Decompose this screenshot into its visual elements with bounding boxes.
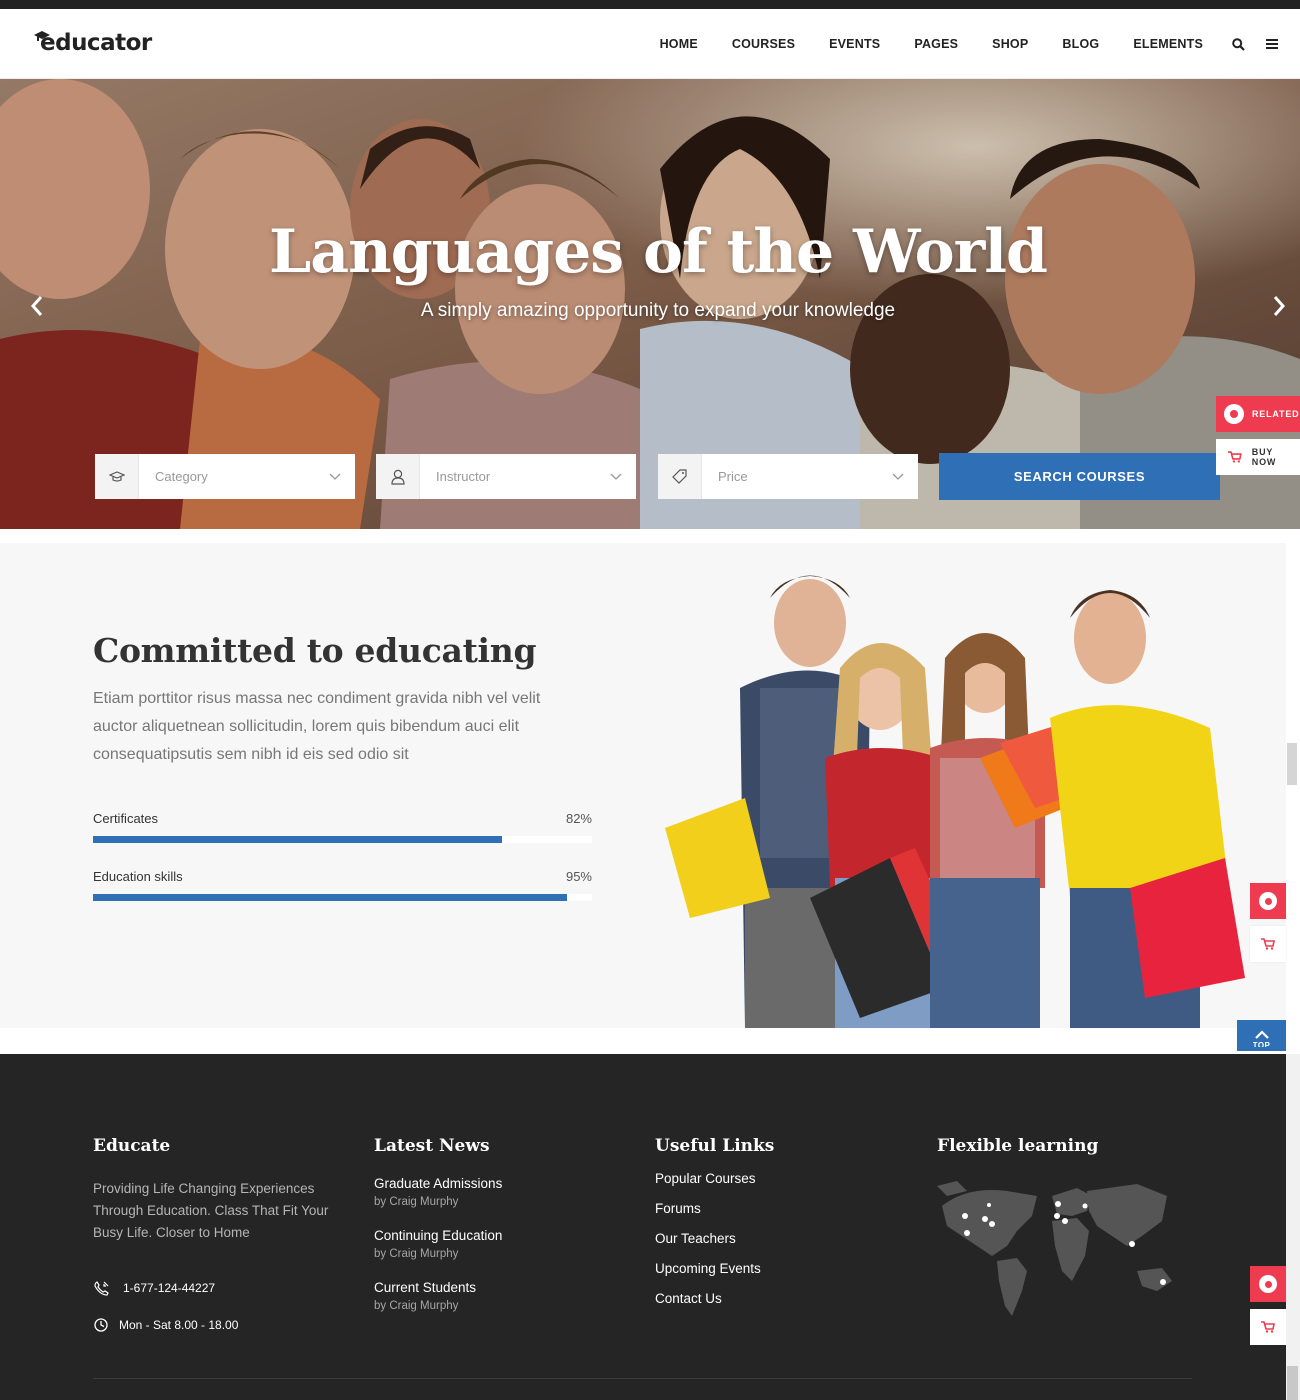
site-footer: Educate Providing Life Changing Experien… (0, 1054, 1286, 1400)
related-icon (1259, 892, 1277, 910)
news-title[interactable]: Continuing Education (374, 1228, 502, 1243)
footer-about-text: Providing Life Changing Experiences Thro… (93, 1181, 329, 1240)
news-title[interactable]: Graduate Admissions (374, 1176, 502, 1191)
section-title: Committed to educating (93, 631, 537, 670)
news-author: by Craig Murphy (374, 1196, 459, 1208)
progress-fill (93, 894, 568, 901)
user-icon (376, 454, 420, 499)
footer-link-upcoming-events[interactable]: Upcoming Events (655, 1261, 774, 1276)
graduation-cap-icon (34, 31, 50, 41)
skill-education: Education skills 95% (93, 869, 592, 901)
related-icon (1259, 1275, 1277, 1293)
world-map (937, 1181, 1172, 1316)
hero-title: Languages of the World (269, 217, 1048, 287)
search-courses-button[interactable]: SEARCH COURSES (939, 453, 1220, 500)
slider-prev-arrow-icon[interactable] (22, 289, 52, 323)
related-button[interactable]: RELATED (1216, 396, 1300, 432)
phone-number: 1-677-124-44227 (123, 1281, 216, 1295)
nav-pages[interactable]: PAGES (914, 37, 958, 51)
buy-now-label: BUY NOW (1251, 447, 1277, 467)
hero-slider: Languages of the World A simply amazing … (0, 79, 1300, 529)
back-to-top-label: TOP (1252, 1041, 1271, 1047)
search-icon[interactable] (1230, 36, 1246, 52)
footer-heading: Useful Links (655, 1136, 775, 1156)
committed-section: Committed to educating Etiam porttitor r… (0, 543, 1286, 1028)
footer-col-educate: Educate Providing Life Changing Experien… (93, 1136, 333, 1244)
nav-home[interactable]: HOME (660, 37, 698, 51)
footer-link-forums[interactable]: Forums (655, 1201, 774, 1216)
progress-track (93, 836, 592, 843)
top-strip (0, 0, 1300, 9)
news-title[interactable]: Current Students (374, 1280, 502, 1295)
slider-next-arrow-icon[interactable] (1264, 289, 1294, 323)
nav-events[interactable]: EVENTS (829, 37, 880, 51)
logo[interactable]: educator (34, 25, 152, 61)
scrollbar-thumb[interactable] (1287, 1366, 1298, 1400)
nav-blog[interactable]: BLOG (1062, 37, 1099, 51)
related-float-button[interactable] (1250, 1266, 1286, 1302)
footer-link-contact-us[interactable]: Contact Us (655, 1291, 774, 1306)
scrollbar-track[interactable] (1286, 1054, 1300, 1400)
skill-value: 82% (565, 811, 592, 826)
footer-hours: Mon - Sat 8.00 - 18.00 (93, 1317, 238, 1333)
cart-float-button[interactable] (1250, 926, 1286, 962)
footer-link-popular-courses[interactable]: Popular Courses (655, 1171, 774, 1186)
chevron-down-icon (315, 473, 355, 480)
buy-now-button[interactable]: BUY NOW (1216, 439, 1300, 475)
footer-heading: Educate (93, 1136, 171, 1156)
skill-label: Certificates (93, 811, 159, 826)
main-nav: HOME COURSES EVENTS PAGES SHOP BLOG ELEM… (643, 9, 1288, 79)
logo-text: educator (40, 30, 152, 56)
graduation-cap-icon (95, 454, 139, 499)
cart-icon (1261, 1321, 1275, 1333)
skill-label: Education skills (93, 869, 183, 884)
footer-heading: Flexible learning (937, 1136, 1099, 1156)
chevron-down-icon (596, 473, 636, 480)
cart-icon (1228, 451, 1242, 463)
related-icon (1224, 404, 1244, 424)
footer-divider (93, 1378, 1192, 1379)
progress-fill (93, 836, 503, 843)
footer-link-our-teachers[interactable]: Our Teachers (655, 1231, 774, 1246)
cart-float-button[interactable] (1250, 1309, 1286, 1345)
category-select[interactable]: Category (95, 454, 355, 499)
instructor-select[interactable]: Instructor (376, 454, 636, 499)
site-header: educator HOME COURSES EVENTS PAGES SHOP … (0, 9, 1300, 79)
opening-hours: Mon - Sat 8.00 - 18.00 (119, 1318, 239, 1332)
footer-col-map: Flexible learning (937, 1136, 1187, 1326)
phone-icon (93, 1280, 109, 1296)
clock-icon (93, 1317, 109, 1333)
price-select[interactable]: Price (658, 454, 918, 499)
news-author: by Craig Murphy (374, 1300, 459, 1312)
nav-elements[interactable]: ELEMENTS (1133, 37, 1203, 51)
footer-phone: 1-677-124-44227 (93, 1280, 215, 1296)
hero-subtitle: A simply amazing opportunity to expand y… (420, 300, 896, 321)
cart-icon (1261, 938, 1275, 950)
scrollbar-thumb[interactable] (1287, 743, 1297, 785)
price-select-label: Price (718, 469, 748, 484)
chevron-down-icon (878, 473, 918, 480)
news-item[interactable]: Current Students by Craig Murphy (374, 1280, 502, 1312)
related-float-button[interactable] (1250, 883, 1286, 919)
related-label: RELATED (1252, 409, 1300, 419)
hamburger-menu-icon[interactable] (1264, 36, 1280, 52)
chevron-up-icon (1254, 1030, 1269, 1039)
back-to-top-button[interactable]: TOP (1237, 1020, 1286, 1051)
category-select-label: Category (155, 469, 208, 484)
instructor-select-label: Instructor (436, 469, 491, 484)
price-tag-icon (658, 454, 702, 499)
news-author: by Craig Murphy (374, 1248, 459, 1260)
footer-heading: Latest News (374, 1136, 490, 1156)
students-photo (665, 575, 1245, 1028)
skill-value: 95% (565, 869, 592, 884)
skill-certificates: Certificates 82% (93, 811, 592, 843)
news-item[interactable]: Graduate Admissions by Craig Murphy (374, 1176, 502, 1208)
footer-col-news: Latest News Graduate Admissions by Craig… (374, 1136, 502, 1312)
section-text: Etiam porttitor risus massa nec condimen… (93, 690, 541, 763)
news-item[interactable]: Continuing Education by Craig Murphy (374, 1228, 502, 1260)
progress-track (93, 894, 592, 901)
nav-courses[interactable]: COURSES (732, 37, 795, 51)
footer-col-links: Useful Links Popular Courses Forums Our … (655, 1136, 774, 1306)
nav-shop[interactable]: SHOP (992, 37, 1028, 51)
